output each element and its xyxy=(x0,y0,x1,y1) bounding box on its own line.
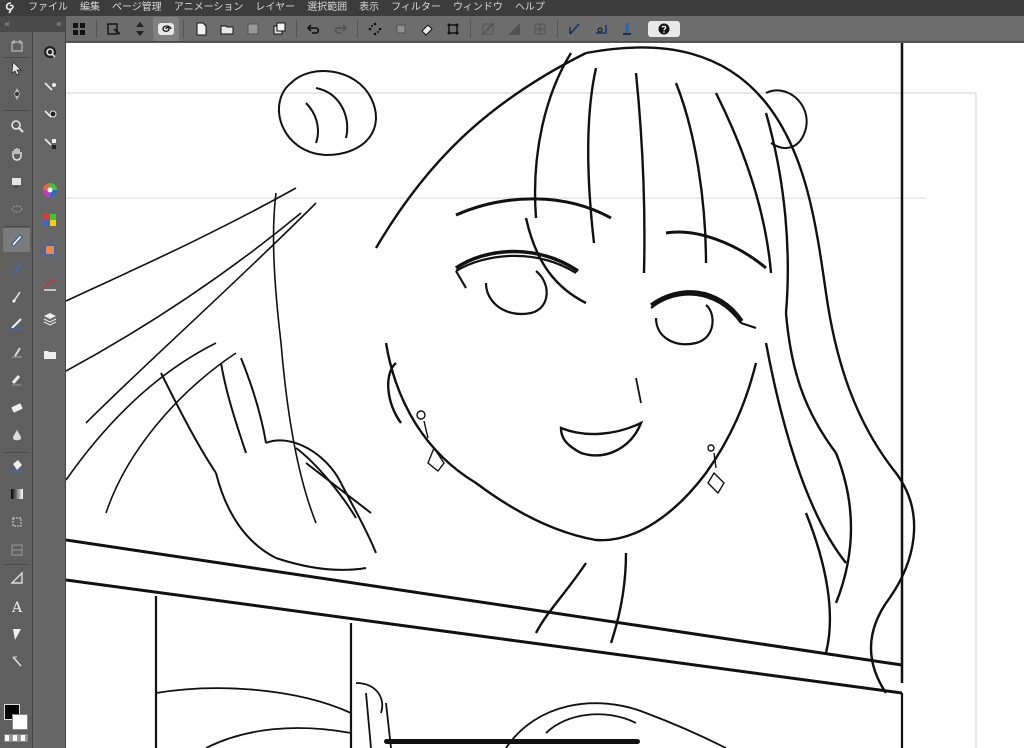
animation-icon[interactable] xyxy=(36,238,63,262)
ruler-snap-icon[interactable] xyxy=(562,17,588,41)
fill-bucket-icon[interactable] xyxy=(3,454,30,478)
layers-icon[interactable] xyxy=(36,306,63,330)
gradient-icon[interactable] xyxy=(3,482,30,506)
spiral-icon[interactable] xyxy=(153,16,179,41)
open-file-icon[interactable] xyxy=(214,17,240,41)
save-icon[interactable] xyxy=(240,17,266,41)
help-icon[interactable] xyxy=(648,20,680,37)
svg-text:A: A xyxy=(11,600,23,614)
undo-icon[interactable] xyxy=(301,17,327,41)
grid-snap-icon[interactable] xyxy=(527,17,553,41)
home-indicator xyxy=(384,739,640,744)
color-set-icon[interactable] xyxy=(36,208,63,232)
zoom-icon[interactable] xyxy=(3,114,30,138)
material-folder-icon[interactable] xyxy=(36,342,63,366)
menu-layer[interactable]: レイヤー xyxy=(249,0,301,16)
transform-dots-icon[interactable] xyxy=(362,17,388,41)
color-wheel-icon[interactable] xyxy=(36,178,63,202)
perspective-snap-icon[interactable] xyxy=(588,17,614,41)
operation-icon[interactable] xyxy=(3,82,30,106)
move-layer-icon[interactable] xyxy=(3,56,30,80)
menu-view[interactable]: 表示 xyxy=(353,0,385,16)
menu-edit[interactable]: 編集 xyxy=(74,0,106,16)
copy-icon[interactable] xyxy=(266,17,292,41)
brush-icon[interactable] xyxy=(3,284,30,308)
divider xyxy=(4,226,29,227)
collapse-left-icon[interactable]: « xyxy=(4,19,10,30)
transparent-color-swatch[interactable] xyxy=(4,734,28,742)
clip-studio-logo-icon[interactable] xyxy=(0,0,22,16)
settings-icon[interactable] xyxy=(36,104,63,128)
ruler-icon[interactable] xyxy=(3,566,30,590)
palette-dock xyxy=(33,32,66,748)
menu-filter[interactable]: フィルター xyxy=(385,0,447,16)
crop-icon[interactable] xyxy=(440,17,466,41)
eraser-icon[interactable] xyxy=(3,368,30,392)
drawing-canvas[interactable] xyxy=(66,43,1024,748)
divider xyxy=(296,19,297,38)
manga-sketch-artwork xyxy=(66,43,1024,748)
pencil-icon[interactable] xyxy=(3,256,30,280)
balloon-icon[interactable] xyxy=(3,622,30,646)
hand-icon[interactable] xyxy=(3,142,30,166)
new-file-icon[interactable] xyxy=(188,17,214,41)
fill-icon[interactable] xyxy=(414,17,440,41)
panel-collapse-row: « « xyxy=(0,16,66,32)
correction-icon[interactable] xyxy=(3,650,30,674)
command-bar xyxy=(66,16,1024,42)
pen-icon[interactable] xyxy=(3,228,30,252)
airbrush-icon[interactable] xyxy=(3,312,30,336)
divider xyxy=(183,19,184,38)
divider xyxy=(4,452,29,453)
layer-props-icon[interactable] xyxy=(36,132,63,156)
menu-page[interactable]: ページ管理 xyxy=(106,0,168,16)
brush-size-icon[interactable] xyxy=(36,272,63,296)
search-icon[interactable] xyxy=(36,40,63,64)
menu-file[interactable]: ファイル xyxy=(22,0,74,16)
collapse-right-icon[interactable]: « xyxy=(56,19,62,30)
menu-animation[interactable]: アニメーション xyxy=(168,0,250,16)
divider xyxy=(557,19,558,38)
sub-tool-icon[interactable] xyxy=(36,76,63,100)
tool-palette: A xyxy=(0,32,33,748)
menu-help[interactable]: ヘルプ xyxy=(509,0,551,16)
paste-icon[interactable] xyxy=(101,17,127,41)
lasso-icon[interactable] xyxy=(3,198,30,222)
grid-icon[interactable] xyxy=(66,17,92,41)
stabilizer-icon[interactable] xyxy=(614,17,640,41)
divider xyxy=(4,110,29,111)
divider xyxy=(470,19,471,38)
menu-selection[interactable]: 選択範囲 xyxy=(301,0,353,16)
decoration-icon[interactable] xyxy=(3,340,30,364)
divider xyxy=(4,564,29,565)
swap-icon[interactable] xyxy=(127,17,153,41)
snap-special-icon[interactable] xyxy=(501,17,527,41)
snap-off-icon[interactable] xyxy=(475,17,501,41)
divider xyxy=(96,19,97,38)
layer-control-icon[interactable] xyxy=(3,34,30,58)
blend-icon[interactable] xyxy=(3,396,30,420)
background-color-swatch[interactable] xyxy=(12,714,28,730)
figure-icon[interactable] xyxy=(3,510,30,534)
text-icon[interactable]: A xyxy=(3,594,30,618)
dropper-icon[interactable] xyxy=(3,424,30,448)
move-icon[interactable] xyxy=(388,17,414,41)
menu-window[interactable]: ウィンドウ xyxy=(447,0,509,16)
rotate-icon[interactable] xyxy=(3,170,30,194)
divider xyxy=(357,19,358,38)
frame-icon[interactable] xyxy=(3,538,30,562)
menu-bar: ファイル 編集 ページ管理 アニメーション レイヤー 選択範囲 表示 フィルター… xyxy=(0,0,1024,16)
redo-icon[interactable] xyxy=(327,17,353,41)
